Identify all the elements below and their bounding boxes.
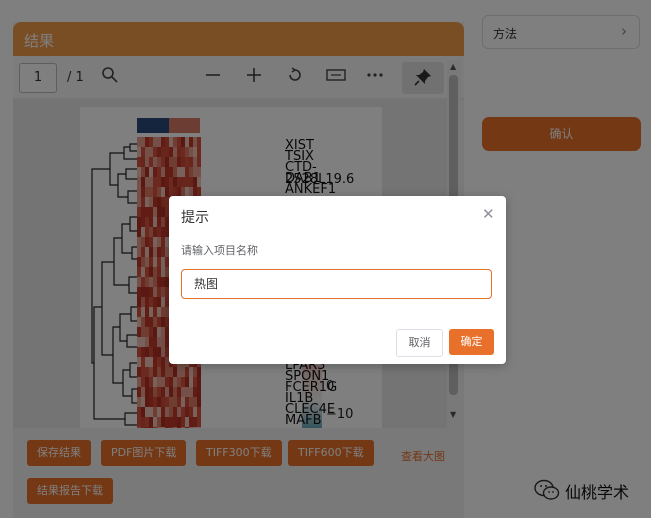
- cancel-button[interactable]: 取消: [396, 329, 443, 357]
- ok-button[interactable]: 确定: [449, 329, 494, 355]
- close-icon[interactable]: ✕: [482, 205, 495, 223]
- project-name-input[interactable]: [181, 269, 492, 299]
- prompt-dialog: 提示 ✕ 请输入项目名称 取消 确定: [169, 196, 506, 364]
- dialog-title: 提示: [181, 210, 209, 226]
- dialog-message: 请输入项目名称: [181, 244, 258, 257]
